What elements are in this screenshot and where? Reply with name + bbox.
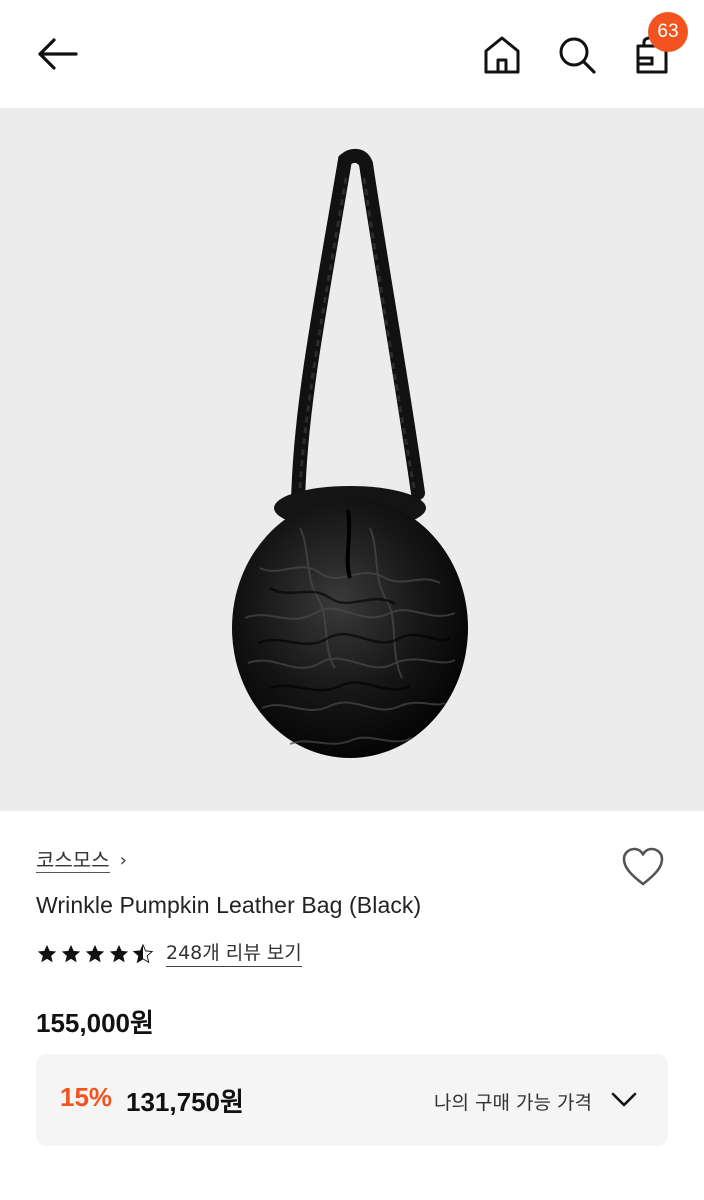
home-button[interactable] xyxy=(480,34,524,76)
top-navigation-bar: 63 xyxy=(0,0,704,108)
black-wrinkled-pumpkin-bag-illustration xyxy=(232,148,468,758)
discount-rate: 15% xyxy=(60,1082,113,1112)
cart-count-badge: 63 xyxy=(648,12,688,52)
back-button[interactable] xyxy=(34,34,80,74)
brand-name: 코스모스 xyxy=(36,848,110,873)
heart-icon xyxy=(622,847,664,886)
sale-price: 131,750원 xyxy=(126,1087,244,1117)
product-image[interactable] xyxy=(0,108,704,811)
brand-link[interactable]: 코스모스 › xyxy=(36,848,127,873)
search-button[interactable] xyxy=(556,34,598,76)
star-half-icon xyxy=(132,943,154,963)
chevron-right-icon: › xyxy=(119,850,127,871)
wishlist-button[interactable] xyxy=(620,846,666,888)
original-price: 155,000원 xyxy=(36,1008,154,1038)
star-rating xyxy=(36,943,154,965)
arrow-left-icon xyxy=(38,38,78,70)
star-full-icon xyxy=(61,944,81,962)
rating-row: 248개 리뷰 보기 xyxy=(36,940,302,967)
star-full-icon xyxy=(109,944,129,962)
chevron-down-icon[interactable] xyxy=(610,1090,638,1110)
star-full-icon xyxy=(85,944,105,962)
home-icon xyxy=(484,36,520,74)
star-full-icon xyxy=(37,944,57,962)
product-title: Wrinkle Pumpkin Leather Bag (Black) xyxy=(36,892,422,918)
my-price-label: 나의 구매 가능 가격 xyxy=(434,1092,592,1114)
my-price-box[interactable]: 15% 131,750원 나의 구매 가능 가격 xyxy=(36,1054,668,1146)
review-link[interactable]: 248개 리뷰 보기 xyxy=(166,940,302,967)
search-icon xyxy=(559,37,596,74)
